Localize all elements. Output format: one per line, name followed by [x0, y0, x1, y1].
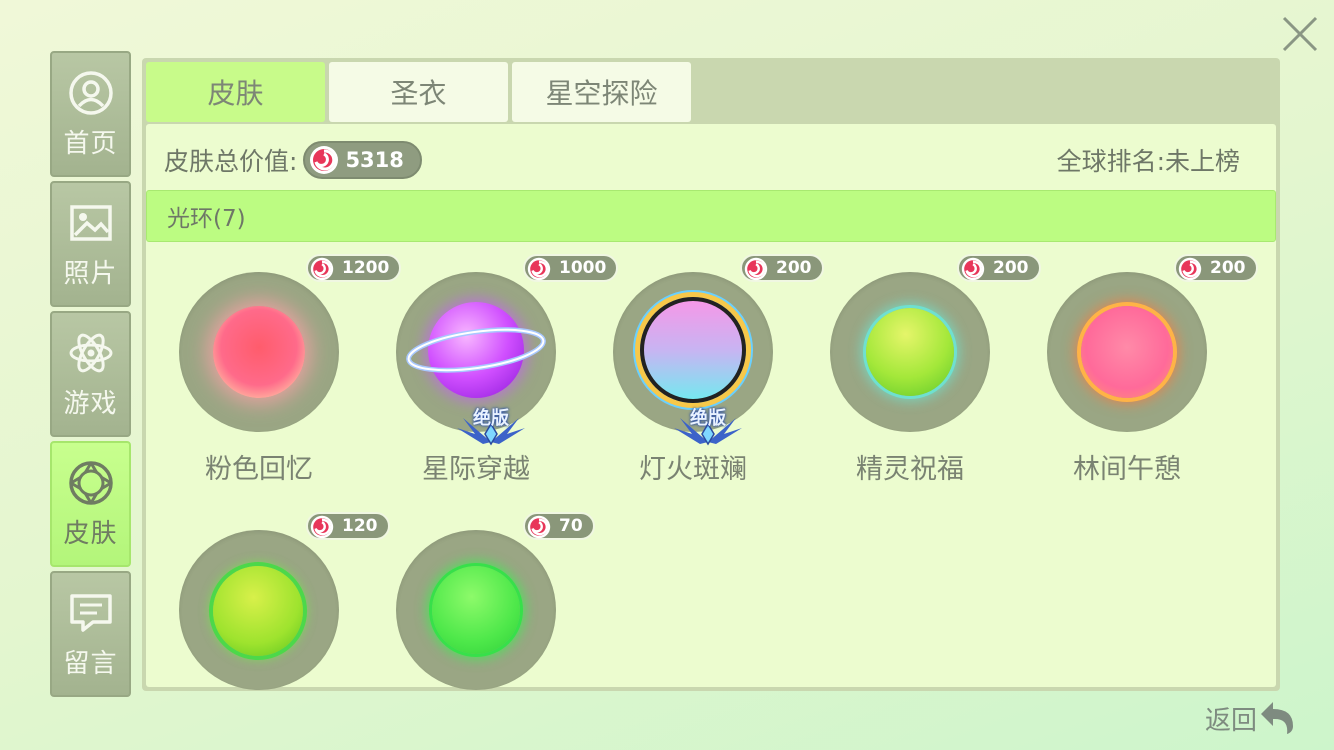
halo-name: 星际穿越 — [422, 454, 530, 485]
tab-skins[interactable]: 皮肤 — [146, 62, 325, 122]
side-nav: 首页 照片 游戏 皮肤 留言 — [50, 51, 131, 701]
candy-icon — [310, 515, 334, 539]
candy-icon — [310, 146, 339, 174]
atom-icon — [69, 333, 112, 372]
price-badge: 200 — [1174, 254, 1258, 282]
halo-grid: 1200 粉色回忆 1000 绝版 星际穿越 200 绝版 灯火斑斓 200 精… — [146, 244, 1276, 690]
nav-label-photos: 照片 — [63, 258, 118, 289]
back-button[interactable]: 返回 — [1205, 700, 1297, 736]
profile-icon — [68, 70, 113, 115]
skin-content: 皮肤总价值: 5318 全球排名:未上榜 光环(7) 1200 粉色回忆 100… — [146, 124, 1276, 690]
nav-item-photos[interactable]: 照片 — [50, 181, 131, 307]
halo-name: 粉色回忆 — [205, 454, 313, 485]
global-rank: 全球排名:未上榜 — [1056, 147, 1240, 176]
price-value: 200 — [1210, 258, 1246, 278]
planet-ring-icon — [406, 327, 546, 373]
candy-icon — [310, 257, 334, 281]
back-label: 返回 — [1205, 705, 1258, 736]
tab-armor[interactable]: 圣衣 — [329, 62, 508, 122]
nav-label-messages: 留言 — [63, 648, 118, 679]
halo-disc — [396, 530, 556, 690]
halo-item[interactable]: 200 绝版 灯火斑斓 — [580, 244, 824, 485]
tab-bar: 皮肤 圣衣 星空探险 — [146, 62, 695, 124]
halo-disc — [179, 530, 339, 690]
total-value-badge: 5318 — [303, 141, 422, 179]
candy-icon — [527, 515, 551, 539]
message-icon — [69, 593, 112, 632]
nav-label-home: 首页 — [63, 128, 118, 159]
limited-label: 绝版 — [690, 408, 726, 429]
halo-name: 精灵祝福 — [856, 454, 964, 485]
halo-disc — [830, 272, 990, 432]
halo-disc — [1047, 272, 1207, 432]
nav-item-games[interactable]: 游戏 — [50, 311, 131, 437]
total-value-label: 皮肤总价值: — [164, 147, 298, 176]
price-value: 70 — [559, 516, 583, 536]
halo-name: 灯火斑斓 — [639, 454, 747, 485]
leaf-halo-orb — [432, 566, 520, 654]
halo-item[interactable]: 1000 绝版 星际穿越 — [363, 244, 619, 485]
halo-item[interactable]: 120 — [146, 502, 390, 690]
spirit-halo-orb — [866, 308, 954, 396]
pink-halo-orb — [213, 306, 305, 398]
halo-item[interactable]: 200 精灵祝福 — [797, 244, 1041, 485]
nav-label-games: 游戏 — [63, 388, 118, 419]
nav-item-home[interactable]: 首页 — [50, 51, 131, 177]
halo-item[interactable]: 1200 粉色回忆 — [146, 244, 402, 485]
photo-icon — [69, 204, 112, 241]
skin-panel: 皮肤 圣衣 星空探险 皮肤总价值: 5318 全球排名:未上榜 光环(7) 12… — [142, 58, 1280, 691]
nav-label-skins: 皮肤 — [63, 518, 118, 549]
flower-halo-orb — [213, 566, 303, 656]
candy-icon — [527, 257, 551, 281]
section-header-halo: 光环(7) — [146, 190, 1276, 242]
halo-item[interactable]: 70 — [363, 502, 595, 690]
candy-icon — [1178, 257, 1202, 281]
forest-halo-orb — [1081, 306, 1173, 398]
limited-label: 绝版 — [473, 408, 509, 429]
candy-icon — [744, 257, 768, 281]
limited-badge: 绝版 — [453, 404, 529, 446]
return-arrow-icon — [1261, 702, 1294, 734]
candy-icon — [961, 257, 985, 281]
nav-item-skins[interactable]: 皮肤 — [50, 441, 131, 567]
price-badge: 70 — [523, 512, 595, 540]
total-value: 5318 — [345, 148, 404, 172]
close-icon[interactable] — [1280, 14, 1320, 54]
limited-badge: 绝版 — [670, 404, 746, 446]
skin-icon — [68, 460, 113, 505]
nav-item-messages[interactable]: 留言 — [50, 571, 131, 697]
total-value-row: 皮肤总价值: 5318 — [164, 140, 422, 180]
halo-disc — [179, 272, 339, 432]
tab-star-adventure[interactable]: 星空探险 — [512, 62, 691, 122]
halo-name: 林间午憩 — [1073, 454, 1181, 485]
lights-halo-orb — [640, 297, 746, 403]
halo-item[interactable]: 200 林间午憩 — [1014, 244, 1258, 485]
